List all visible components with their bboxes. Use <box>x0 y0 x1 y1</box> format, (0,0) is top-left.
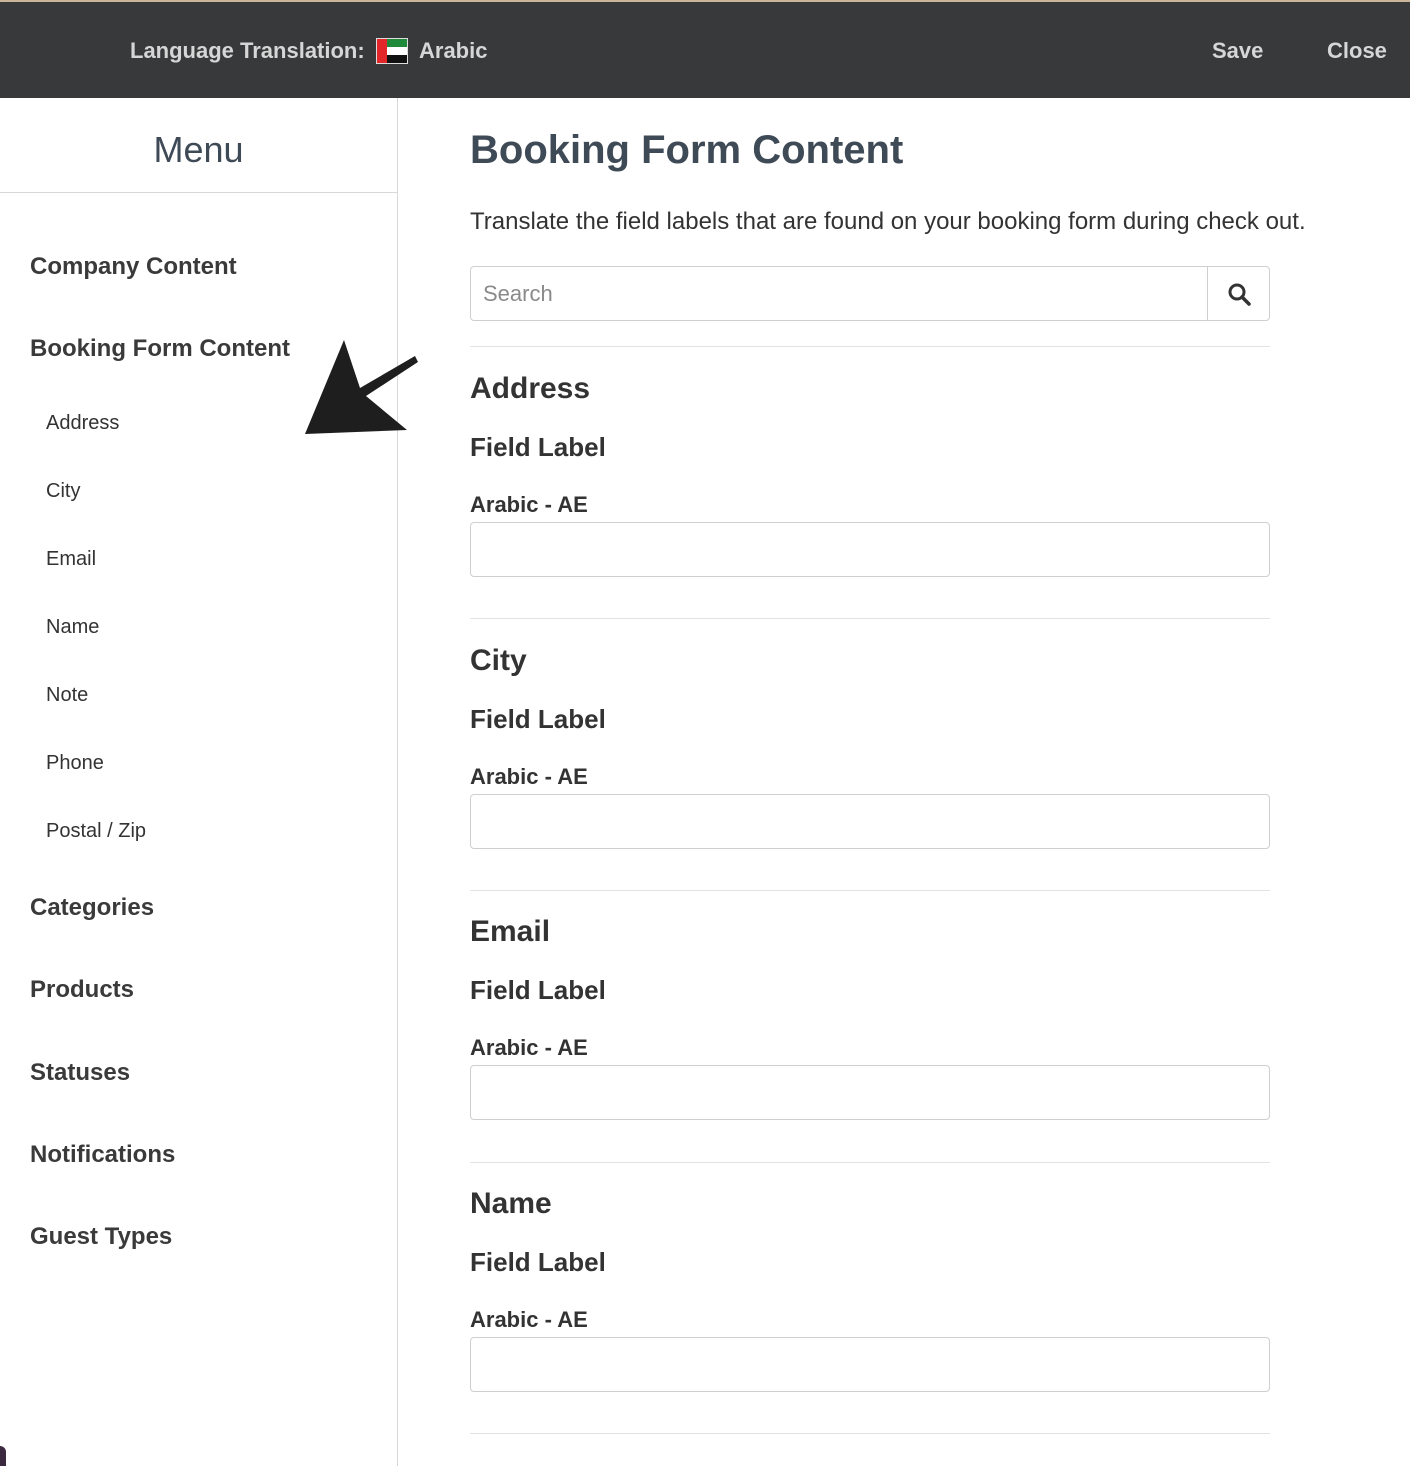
page-title: Booking Form Content <box>470 128 904 172</box>
language-label: Arabic - AE <box>470 492 588 517</box>
section-title: Name <box>470 1187 552 1220</box>
section-divider <box>470 618 1270 619</box>
sidebar-item-guest-types[interactable]: Guest Types <box>30 1223 172 1251</box>
sidebar-subitem-address[interactable]: Address <box>46 412 119 435</box>
section-divider <box>470 890 1270 891</box>
field-label-heading: Field Label <box>470 975 606 1005</box>
sidebar-subitem-phone[interactable]: Phone <box>46 752 104 775</box>
search-input[interactable] <box>471 267 1207 320</box>
field-label-heading: Field Label <box>470 1247 606 1277</box>
language-label: Arabic - AE <box>470 764 588 789</box>
sidebar-menu: Menu Company Content Booking Form Conten… <box>0 98 418 1466</box>
email-translation-input[interactable] <box>470 1065 1270 1120</box>
name-translation-input[interactable] <box>470 1337 1270 1392</box>
window-corner <box>0 1446 6 1466</box>
sidebar-item-booking-form-content[interactable]: Booking Form Content <box>30 335 290 363</box>
sidebar-item-products[interactable]: Products <box>30 976 134 1004</box>
address-translation-input[interactable] <box>470 522 1270 577</box>
uae-flag-icon <box>376 38 408 64</box>
sidebar-item-company-content[interactable]: Company Content <box>30 253 237 281</box>
field-label-heading: Field Label <box>470 432 606 462</box>
section-divider <box>470 1433 1270 1434</box>
sidebar-subitem-note[interactable]: Note <box>46 684 88 707</box>
search-bar <box>470 266 1270 321</box>
sidebar-subitem-email[interactable]: Email <box>46 548 96 571</box>
page-description: Translate the field labels that are foun… <box>470 208 1306 235</box>
sidebar-subitem-name[interactable]: Name <box>46 616 99 639</box>
section-divider <box>470 346 1270 347</box>
sidebar-item-categories[interactable]: Categories <box>30 894 154 922</box>
sidebar-item-notifications[interactable]: Notifications <box>30 1141 175 1169</box>
sidebar-subitem-city[interactable]: City <box>46 480 80 503</box>
city-translation-input[interactable] <box>470 794 1270 849</box>
language-label: Arabic - AE <box>470 1307 588 1332</box>
close-button[interactable]: Close <box>1327 38 1387 64</box>
sidebar-subitem-postal-zip[interactable]: Postal / Zip <box>46 820 146 843</box>
section-title: City <box>470 644 527 677</box>
menu-title: Menu <box>0 98 397 193</box>
section-title: Email <box>470 915 551 948</box>
save-button[interactable]: Save <box>1212 38 1263 64</box>
language-translation-label: Language Translation: <box>130 38 365 63</box>
search-button[interactable] <box>1207 267 1269 320</box>
sidebar-item-statuses[interactable]: Statuses <box>30 1059 130 1087</box>
field-label-heading: Field Label <box>470 704 606 734</box>
language-value[interactable]: Arabic <box>419 38 487 64</box>
section-divider <box>470 1162 1270 1163</box>
search-icon <box>1228 283 1251 306</box>
main-content: Booking Form Content Translate the field… <box>398 98 1410 1466</box>
section-title: Address <box>470 372 591 405</box>
top-bar: Language Translation: Arabic Save Close <box>0 0 1410 100</box>
language-label: Arabic - AE <box>470 1035 588 1060</box>
